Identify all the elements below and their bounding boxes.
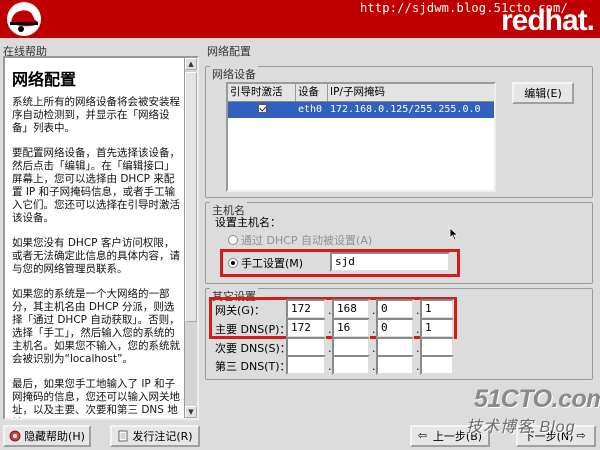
table-row[interactable]: eth0 172.168.0.125/255.255.0.0 xyxy=(228,102,494,118)
edit-button-label: 编辑(E) xyxy=(524,87,562,100)
col-ip-mask[interactable]: IP/子网掩码 xyxy=(328,84,494,101)
activate-checkbox[interactable] xyxy=(257,104,267,113)
col-activate-on-boot[interactable]: 引导时激活 xyxy=(228,84,296,101)
manual-hostname-option[interactable]: 手工设置(M) xyxy=(228,255,303,271)
device-ip-mask: 172.168.0.125/255.255.0.0 xyxy=(330,104,481,115)
dns2-octet-1[interactable] xyxy=(286,337,326,357)
dns1-octet-1[interactable]: 172 xyxy=(286,318,326,338)
watermark-blog: 技术博客 Blog xyxy=(466,419,576,436)
help-paragraph: 如果您没有 DHCP 客户访问权限，或者无法确定此信息的具体内容，请与您的网络管… xyxy=(12,237,180,275)
dhcp-option-label: 通过 DHCP 自动被设置(A) xyxy=(241,234,373,247)
scroll-thumb[interactable] xyxy=(185,72,197,322)
hostname-prompt: 设置主机名： xyxy=(215,216,281,229)
dhcp-radio[interactable] xyxy=(228,235,238,245)
device-table-header: 引导时激活 设备 IP/子网掩码 xyxy=(228,84,494,102)
device-table[interactable]: 引导时激活 设备 IP/子网掩码 eth0 172.168.0.125/255.… xyxy=(226,82,496,192)
redhat-logo-icon xyxy=(7,2,41,36)
gateway-octet-2[interactable]: 168 xyxy=(332,299,370,319)
help-content: 网络配置 系统上所有的网络设备将会被安装程序自动检测到，并显示在「网络设备」列表… xyxy=(5,58,184,418)
dns1-octet-4[interactable]: 1 xyxy=(420,318,454,338)
dns3-octet-4[interactable] xyxy=(420,355,454,375)
dns2-octet-3[interactable] xyxy=(376,337,414,357)
hide-help-label: 隐藏帮助(H) xyxy=(24,430,85,443)
help-paragraph: 如果您的系统是一个大网络的一部分，其主机名由 DHCP 分派，则选择「通过 DH… xyxy=(12,288,180,365)
scroll-up-icon[interactable]: ▲ xyxy=(185,58,197,70)
dhcp-hostname-option[interactable]: 通过 DHCP 自动被设置(A) xyxy=(228,232,372,248)
dns2-octet-4[interactable] xyxy=(420,337,454,357)
help-paragraph: 系统上所有的网络设备将会被安装程序自动检测到，并显示在「网络设备」列表中。 xyxy=(12,96,180,134)
gateway-octet-1[interactable]: 172 xyxy=(286,299,326,319)
dns3-octet-3[interactable] xyxy=(376,355,414,375)
redhat-wordmark: redhat. xyxy=(500,4,595,37)
document-icon xyxy=(118,430,128,442)
hide-help-icon xyxy=(9,430,21,442)
scroll-down-icon[interactable]: ▼ xyxy=(185,406,197,418)
dns1-octet-3[interactable]: 0 xyxy=(376,318,414,338)
help-panel: 网络配置 系统上所有的网络设备将会被安装程序自动检测到，并显示在「网络设备」列表… xyxy=(3,56,199,420)
col-device[interactable]: 设备 xyxy=(296,84,328,101)
edit-button[interactable]: 编辑(E) xyxy=(512,82,574,104)
device-name: eth0 xyxy=(298,104,323,115)
dns3-octet-2[interactable] xyxy=(332,355,370,375)
help-paragraph: 最后，如果您手工地输入了 IP 和子网掩码的信息，您还可以输入网关地址，以及主要… xyxy=(12,378,180,418)
release-notes-label: 发行注记(R) xyxy=(132,430,193,443)
help-scrollbar[interactable]: ▲ ▼ xyxy=(184,58,197,418)
dns2-label: 次要 DNS(S)： xyxy=(215,342,291,355)
hide-help-button[interactable]: 隐藏帮助(H) xyxy=(3,425,91,447)
network-config-header: 网络配置 xyxy=(207,45,251,58)
dns1-label: 主要 DNS(P)： xyxy=(215,323,291,336)
dns2-octet-2[interactable] xyxy=(332,337,370,357)
hostname-input[interactable]: sjd xyxy=(330,252,450,272)
network-devices-title: 网络设备 xyxy=(210,66,258,82)
manual-option-label: 手工设置(M) xyxy=(241,257,304,270)
mouse-cursor-icon xyxy=(449,227,459,241)
watermark-51cto: 51CTO.com xyxy=(474,385,600,413)
top-banner: http://sjdwm.blog.51cto.com/ redhat. xyxy=(0,0,600,38)
help-paragraph: 要配置网络设备，首先选择该设备，然后点击「编辑」。在「编辑接口」屏幕上，您可以选… xyxy=(12,147,180,224)
gateway-octet-4[interactable]: 1 xyxy=(420,299,454,319)
dns3-octet-1[interactable] xyxy=(286,355,326,375)
gateway-octet-3[interactable]: 0 xyxy=(376,299,414,319)
help-title: 网络配置 xyxy=(12,70,77,89)
manual-radio[interactable] xyxy=(228,258,238,268)
dns1-octet-2[interactable]: 16 xyxy=(332,318,370,338)
release-notes-button[interactable]: 发行注记(R) xyxy=(110,425,200,447)
arrow-left-icon: ⇦ xyxy=(417,429,428,442)
arrow-right-icon: ⇨ xyxy=(576,429,586,442)
gateway-label: 网关(G)： xyxy=(215,304,266,317)
dns3-label: 第三 DNS(T)： xyxy=(215,360,291,373)
